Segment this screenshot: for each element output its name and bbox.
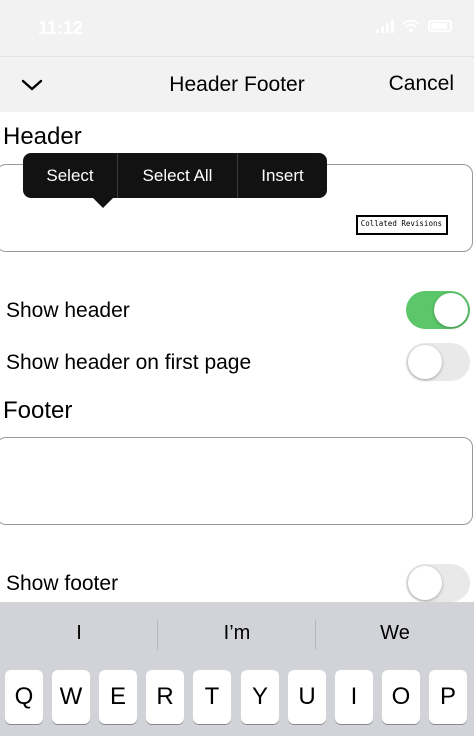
select-all-menu-item[interactable]: Select All <box>118 153 237 198</box>
key-t[interactable]: T <box>193 670 231 724</box>
footer-text-field[interactable] <box>0 437 473 525</box>
insert-menu-item[interactable]: Insert <box>238 153 327 198</box>
key-q[interactable]: Q <box>5 670 43 724</box>
prediction-bar: I I’m We <box>0 602 474 664</box>
status-bar: 11:12 <box>0 0 474 56</box>
prediction-item[interactable]: We <box>316 602 474 664</box>
key-r[interactable]: R <box>146 670 184 724</box>
key-p[interactable]: P <box>429 670 467 724</box>
key-i[interactable]: I <box>335 670 373 724</box>
key-u[interactable]: U <box>288 670 326 724</box>
cancel-button[interactable]: Cancel <box>389 72 454 96</box>
toggle-knob <box>408 345 442 379</box>
header-section-label: Header <box>3 123 82 150</box>
prediction-item[interactable]: I’m <box>158 602 316 664</box>
key-w[interactable]: W <box>52 670 90 724</box>
footer-section-label: Footer <box>3 397 73 424</box>
nav-bar: Header Footer Cancel <box>0 56 474 112</box>
prediction-item[interactable]: I <box>0 602 158 664</box>
show-footer-label: Show footer <box>6 572 119 595</box>
edit-menu: Select Select All Insert <box>23 153 327 198</box>
key-row: Q W E R T Y U I O P <box>0 670 474 736</box>
status-time: 11:12 <box>38 18 84 38</box>
show-footer-toggle[interactable] <box>406 564 470 602</box>
key-y[interactable]: Y <box>241 670 279 724</box>
key-e[interactable]: E <box>99 670 137 724</box>
wifi-icon <box>402 19 420 33</box>
select-menu-item[interactable]: Select <box>23 153 117 198</box>
show-header-toggle[interactable] <box>406 291 470 329</box>
show-header-first-page-toggle[interactable] <box>406 343 470 381</box>
show-header-label: Show header <box>6 299 130 322</box>
edit-menu-arrow <box>92 197 114 208</box>
battery-icon <box>428 20 452 32</box>
key-o[interactable]: O <box>382 670 420 724</box>
toggle-knob <box>408 566 442 600</box>
status-icons <box>376 19 452 33</box>
keyboard: I I’m We Q W E R T Y U I O P <box>0 602 474 736</box>
header-preview-text: Collated Revisions <box>355 215 448 235</box>
toggle-knob <box>434 293 468 327</box>
show-header-first-page-label: Show header on first page <box>6 351 252 374</box>
signal-icon <box>376 19 394 33</box>
